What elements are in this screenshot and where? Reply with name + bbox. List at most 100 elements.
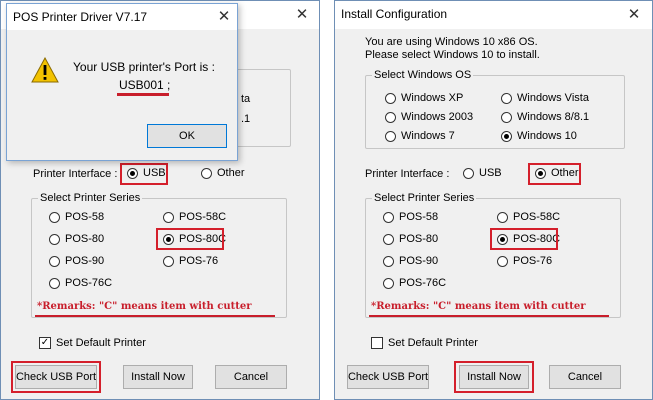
right-window-titlebar: Install Configuration [335, 1, 652, 29]
os-windows-vista-label: Windows Vista [517, 92, 589, 104]
dialog-close-icon[interactable]: ✕ [214, 7, 234, 27]
left-series-pos76c[interactable]: POS-76C [49, 277, 112, 289]
left-series-pos58c[interactable]: POS-58C [163, 211, 226, 223]
dialog-titlebar: POS Printer Driver V7.17 [7, 4, 237, 30]
left-series-pos80[interactable]: POS-80 [49, 233, 104, 245]
right-series-title: Select Printer Series [372, 192, 477, 204]
radio-selected-indicator [501, 130, 512, 142]
left-os-partial-label-2: .1 [241, 113, 251, 125]
os-windows-7[interactable]: Windows 7 [385, 130, 455, 142]
left-series-pos58c-label: POS-58C [179, 211, 227, 223]
left-series-pos80-label: POS-80 [65, 233, 105, 245]
left-series-pos76-label: POS-76 [179, 255, 219, 267]
radio-unselected-indicator [49, 233, 60, 245]
right-set-default-label: Set Default Printer [388, 337, 478, 349]
os-windows-vista[interactable]: Windows Vista [501, 92, 589, 104]
os-windows-10-label: Windows 10 [517, 130, 577, 142]
right-pos80c-highlight [490, 228, 558, 250]
left-series-pos76[interactable]: POS-76 [163, 255, 218, 267]
os-windows-xp-label: Windows XP [401, 92, 464, 104]
radio-unselected-indicator [497, 211, 508, 223]
left-set-default-checkbox[interactable]: ✓ Set Default Printer [39, 337, 146, 349]
os-info-line-1: You are using Windows 10 x86 OS. [365, 36, 538, 48]
radio-unselected-indicator [497, 255, 508, 267]
right-series-pos76c-label: POS-76C [399, 277, 447, 289]
radio-unselected-indicator [163, 255, 174, 267]
right-window-close-icon[interactable]: ✕ [624, 5, 644, 25]
right-window-title: Install Configuration [341, 7, 448, 21]
os-windows-2003[interactable]: Windows 2003 [385, 111, 473, 123]
right-install-highlight [454, 361, 534, 393]
right-check-usb-button[interactable]: Check USB Port [347, 365, 429, 389]
right-remark-text: *Remarks: "C" means item with cutter [371, 301, 586, 312]
left-series-pos58-label: POS-58 [65, 211, 105, 223]
left-series-pos76c-label: POS-76C [65, 277, 113, 289]
radio-unselected-indicator [383, 255, 394, 267]
right-remark-underline [369, 315, 609, 317]
left-other-radio[interactable]: Other [201, 167, 245, 179]
left-os-partial-label-1: ta [241, 93, 251, 105]
left-series-title: Select Printer Series [38, 192, 143, 204]
right-series-pos90[interactable]: POS-90 [383, 255, 438, 267]
os-windows-7-label: Windows 7 [401, 130, 455, 142]
os-windows-2003-label: Windows 2003 [401, 111, 474, 123]
right-usb-radio[interactable]: USB [463, 167, 502, 179]
right-series-pos58c[interactable]: POS-58C [497, 211, 560, 223]
left-install-button[interactable]: Install Now [123, 365, 193, 389]
os-windows-8-label: Windows 8/8.1 [517, 111, 590, 123]
left-cancel-button[interactable]: Cancel [215, 365, 287, 389]
right-series-pos58c-label: POS-58C [513, 211, 561, 223]
right-set-default-checkbox[interactable]: Set Default Printer [371, 337, 478, 349]
right-series-pos76c[interactable]: POS-76C [383, 277, 446, 289]
left-pos80c-highlight [156, 228, 224, 250]
radio-unselected-indicator [163, 211, 174, 223]
left-series-pos90[interactable]: POS-90 [49, 255, 104, 267]
checkbox-unchecked-icon [371, 337, 383, 349]
radio-unselected-indicator [385, 92, 396, 104]
radio-unselected-indicator [49, 277, 60, 289]
radio-unselected-indicator [383, 233, 394, 245]
radio-unselected-indicator [501, 92, 512, 104]
left-series-pos90-label: POS-90 [65, 255, 105, 267]
right-series-pos80-label: POS-80 [399, 233, 439, 245]
left-other-label: Other [217, 167, 245, 179]
os-windows-xp[interactable]: Windows XP [385, 92, 463, 104]
port-info-dialog: POS Printer Driver V7.17 ✕ Your USB prin… [6, 3, 238, 161]
radio-unselected-indicator [383, 277, 394, 289]
right-cancel-button[interactable]: Cancel [549, 365, 621, 389]
left-remark-underline [35, 315, 275, 317]
right-series-pos58[interactable]: POS-58 [383, 211, 438, 223]
checkbox-checked-icon: ✓ [39, 337, 51, 349]
right-printer-interface-label: Printer Interface : [365, 168, 450, 180]
dialog-ok-button[interactable]: OK [147, 124, 227, 148]
right-os-title: Select Windows OS [372, 69, 474, 81]
os-info-line-2: Please select Windows 10 to install. [365, 49, 540, 61]
radio-unselected-indicator [49, 255, 60, 267]
right-other-highlight [528, 163, 581, 185]
radio-unselected-indicator [385, 130, 396, 142]
radio-unselected-indicator [201, 167, 212, 179]
right-usb-label: USB [479, 167, 502, 179]
radio-unselected-indicator [463, 167, 474, 179]
right-series-pos76[interactable]: POS-76 [497, 255, 552, 267]
left-usb-highlight [120, 163, 168, 185]
radio-unselected-indicator [385, 111, 396, 123]
warning-icon [31, 57, 59, 83]
left-set-default-label: Set Default Printer [56, 337, 146, 349]
right-series-pos90-label: POS-90 [399, 255, 439, 267]
radio-unselected-indicator [501, 111, 512, 123]
right-series-pos80[interactable]: POS-80 [383, 233, 438, 245]
left-check-usb-highlight [11, 361, 101, 393]
right-series-pos76-label: POS-76 [513, 255, 553, 267]
left-series-pos58[interactable]: POS-58 [49, 211, 104, 223]
right-series-pos58-label: POS-58 [399, 211, 439, 223]
os-windows-8[interactable]: Windows 8/8.1 [501, 111, 589, 123]
dialog-port-value: USB001 ; [119, 78, 171, 92]
os-windows-10[interactable]: Windows 10 [501, 130, 577, 142]
radio-unselected-indicator [383, 211, 394, 223]
left-printer-interface-label: Printer Interface : [33, 168, 118, 180]
dialog-port-underline [117, 93, 169, 96]
left-remark-text: *Remarks: "C" means item with cutter [37, 301, 252, 312]
left-window-close-icon[interactable]: ✕ [292, 5, 312, 25]
dialog-title: POS Printer Driver V7.17 [13, 10, 148, 24]
